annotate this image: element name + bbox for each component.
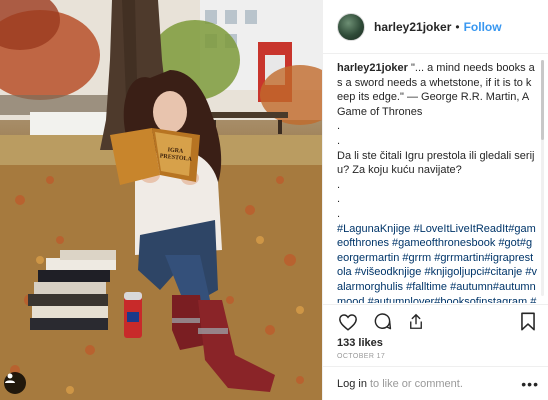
- post-photo[interactable]: IGRA PRESTOLA: [0, 0, 322, 400]
- follow-button[interactable]: Follow: [464, 20, 502, 34]
- comment-icon[interactable]: [371, 311, 393, 333]
- user-tag-icon[interactable]: [4, 372, 26, 394]
- heart-icon[interactable]: [337, 311, 359, 333]
- caption-dot: .: [337, 178, 341, 191]
- caption-dot: .: [337, 120, 341, 133]
- caption-username[interactable]: harley21joker: [337, 62, 408, 74]
- login-link[interactable]: Log in: [337, 378, 367, 390]
- caption-dot: .: [337, 207, 341, 220]
- book-cover-text: IGRA PRESTOLA: [159, 146, 192, 163]
- bookmark-icon[interactable]: [517, 311, 539, 333]
- comment-footer: Log in to like or comment. •••: [323, 366, 548, 400]
- post-side-panel: harley21joker • Follow harley21joker "..…: [322, 0, 548, 400]
- post-header: harley21joker • Follow: [323, 0, 548, 54]
- separator-dot: •: [455, 19, 460, 34]
- avatar[interactable]: [337, 12, 365, 41]
- login-prompt-text: to like or comment.: [369, 377, 463, 390]
- photo-illustration: [0, 0, 322, 400]
- caption: harley21joker "... a mind needs books as…: [337, 61, 537, 303]
- share-icon[interactable]: [405, 311, 427, 333]
- action-bar: [323, 304, 548, 338]
- post-date[interactable]: OCTOBER 17: [337, 353, 385, 360]
- caption-question: Da li ste čitali Igru prestola ili gleda…: [337, 149, 535, 177]
- username-link[interactable]: harley21joker: [374, 20, 451, 34]
- caption-hashtags[interactable]: #LagunaKnjige #LoveItLiveItReadIt#gameof…: [337, 222, 537, 303]
- likes-count[interactable]: 133 likes: [337, 337, 383, 349]
- caption-dot: .: [337, 134, 341, 147]
- more-options-icon[interactable]: •••: [521, 376, 539, 392]
- caption-scrollbar-thumb[interactable]: [541, 60, 544, 140]
- caption-container[interactable]: harley21joker "... a mind needs books as…: [323, 55, 548, 303]
- caption-dot: .: [337, 193, 341, 206]
